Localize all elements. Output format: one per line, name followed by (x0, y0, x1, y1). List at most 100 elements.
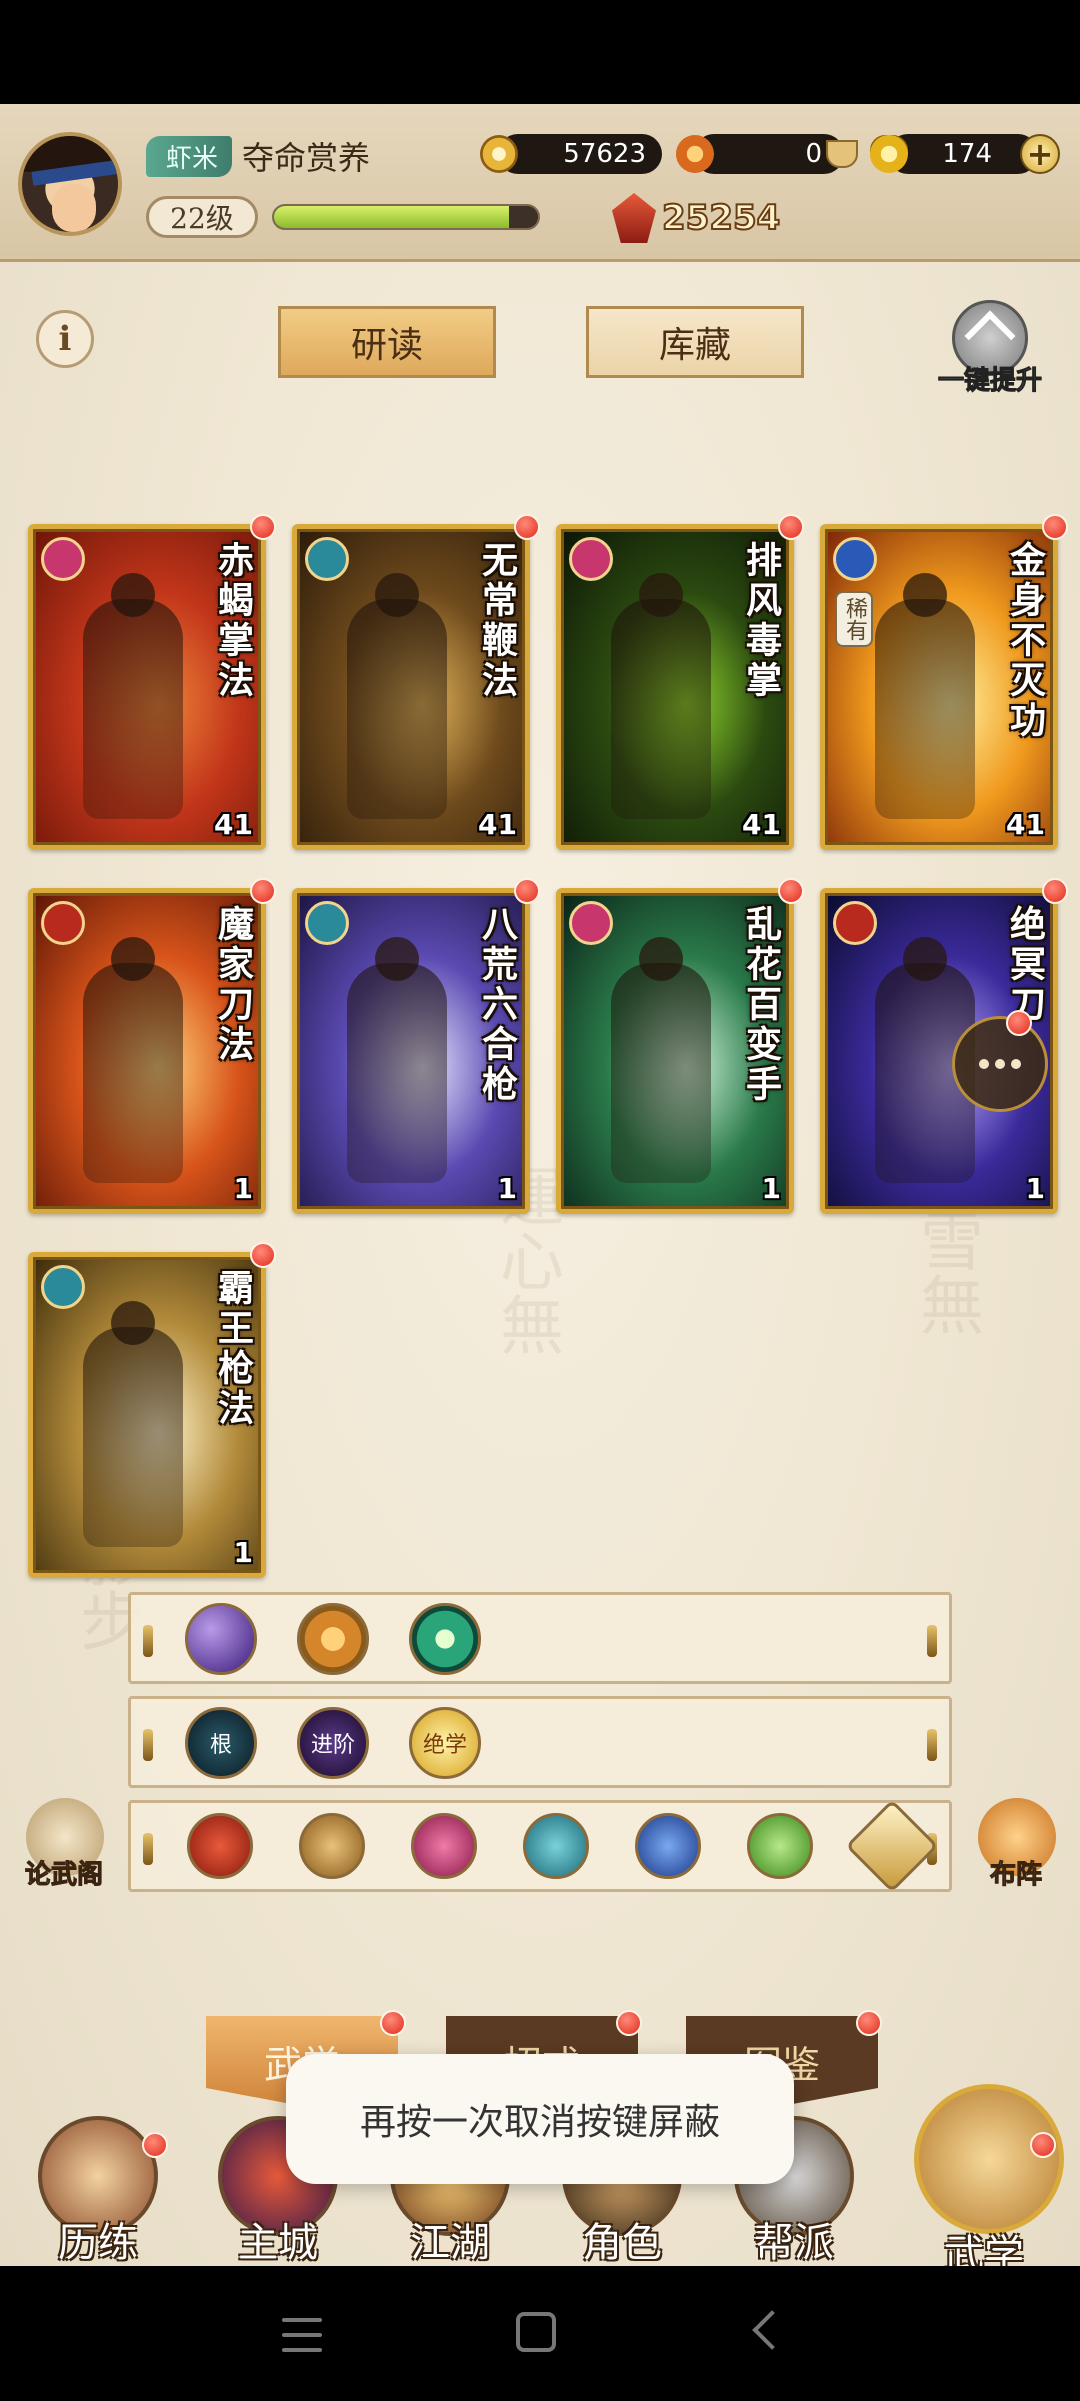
card-character-art (347, 599, 447, 819)
player-level: 22级 (146, 196, 258, 238)
silver-amount: 57623 (563, 139, 646, 169)
back-icon[interactable] (752, 2310, 792, 2350)
palm-school-icon (569, 537, 613, 581)
card-title: 无常鞭法 (476, 541, 518, 701)
chat-bubble-button[interactable] (952, 1016, 1048, 1112)
card-title: 八荒六合枪 (476, 905, 518, 1105)
toast-message: 再按一次取消按键屏蔽 (286, 2054, 794, 2184)
blade-school-icon (41, 901, 85, 945)
sword-school-icon[interactable] (299, 1813, 365, 1879)
player-avatar[interactable] (18, 132, 122, 236)
card-notification-dot (778, 514, 804, 540)
advance-skill-icon[interactable]: 进阶 (297, 1707, 369, 1779)
power-icon (612, 193, 656, 243)
card-notification-dot (514, 878, 540, 904)
nav-guild-label: 帮派 (754, 2220, 834, 2266)
card-level: 41 (478, 808, 517, 841)
martial-art-card[interactable]: 赤蝎掌法 41 (28, 524, 266, 850)
special-school-icon[interactable] (747, 1813, 813, 1879)
card-level: 41 (742, 808, 781, 841)
rarity-badge: 稀有 (835, 591, 873, 647)
martial-art-card[interactable]: 霸王枪法 1 (28, 1252, 266, 1578)
recent-apps-icon[interactable] (282, 2318, 322, 2352)
expand-filter-icon[interactable] (845, 1799, 939, 1893)
one-click-upgrade-button[interactable]: 一键提升 (920, 300, 1060, 397)
martial-art-card[interactable]: 魔家刀法 1 (28, 888, 266, 1214)
sun-stance-icon[interactable] (297, 1603, 369, 1675)
exp-bar-fill (274, 206, 509, 228)
martial-arts-scroll-icon (914, 2084, 1064, 2234)
formation-label: 布阵 (989, 1860, 1042, 1891)
school-filter-row (128, 1799, 952, 1893)
nav-main-city-label: 主城 (238, 2220, 318, 2266)
home-icon[interactable] (516, 2312, 556, 2352)
silver-currency: 57623 (498, 134, 662, 174)
card-level: 1 (233, 1172, 253, 1205)
martial-pavilion-button[interactable]: 论武阁 (14, 1798, 114, 1898)
gold-ingot-icon (870, 135, 908, 173)
martial-art-card[interactable]: 无常鞭法 41 (292, 524, 530, 850)
card-title: 金身不灭功 (1004, 541, 1046, 741)
ingot-currency: 174 (888, 134, 1038, 174)
palm-school-icon[interactable] (411, 1813, 477, 1879)
whip-school-icon (41, 1265, 85, 1309)
silver-coin-icon (480, 135, 518, 173)
eclipse-stance-icon[interactable] (409, 1603, 481, 1675)
root-skill-label: 根 (209, 1733, 232, 1758)
nav-martial-arts-dot (1030, 2132, 1056, 2158)
palm-school-icon (569, 901, 613, 945)
card-notification-dot (1042, 514, 1068, 540)
martial-art-card[interactable]: 排风毒掌 41 (556, 524, 794, 850)
ultimate-skill-icon[interactable]: 绝学 (409, 1707, 481, 1779)
root-skill-icon[interactable]: 根 (185, 1707, 257, 1779)
whip-school-icon (305, 901, 349, 945)
card-title: 乱花百变手 (740, 905, 782, 1105)
tab-martial-arts-dot (380, 2010, 406, 2036)
stance-row-1 (128, 1592, 952, 1684)
card-notification-dot (250, 514, 276, 540)
nav-jianghu-label: 江湖 (410, 2220, 490, 2266)
info-button[interactable]: i (36, 310, 94, 368)
martial-art-card[interactable]: 八荒六合枪 1 (292, 888, 530, 1214)
blade-school-icon[interactable] (187, 1813, 253, 1879)
nav-training-label: 历练 (58, 2220, 138, 2266)
tab-moves-dot (616, 2010, 642, 2036)
formation-button[interactable]: 布阵 (966, 1798, 1066, 1898)
internal-school-icon[interactable] (635, 1813, 701, 1879)
martial-art-card[interactable]: 稀有 金身不灭功 41 (820, 524, 1058, 850)
card-title: 绝冥刀 (1004, 905, 1046, 1025)
internal-school-icon (833, 537, 877, 581)
card-character-art (611, 963, 711, 1183)
palm-school-icon (41, 537, 85, 581)
rank-badge: 虾米 (146, 135, 233, 177)
combat-power: 25254 (612, 193, 781, 243)
card-level: 1 (233, 1536, 253, 1569)
card-character-art (83, 1327, 183, 1547)
system-navigation-bar (0, 2266, 1080, 2401)
tab-storage[interactable]: 库藏 (586, 306, 804, 378)
ultimate-skill-label: 绝学 (422, 1733, 467, 1758)
stance-row-2: 根 进阶 绝学 (128, 1696, 952, 1788)
chat-notification-dot (1006, 1010, 1032, 1036)
card-character-art (83, 963, 183, 1183)
card-notification-dot (1042, 878, 1068, 904)
add-currency-button[interactable]: + (1020, 134, 1060, 174)
martial-art-card[interactable]: 乱花百变手 1 (556, 888, 794, 1214)
cup-icon (826, 140, 858, 168)
ingot-amount: 174 (942, 139, 992, 169)
moon-stance-icon[interactable] (185, 1603, 257, 1675)
card-level: 1 (1025, 1172, 1045, 1205)
card-level: 1 (497, 1172, 517, 1205)
card-notification-dot (250, 1242, 276, 1268)
nav-character-label: 角色 (582, 2220, 662, 2266)
player-nameplate: 虾米 夺命赏养 (146, 134, 370, 178)
tab-study[interactable]: 研读 (278, 306, 496, 378)
card-character-art (611, 599, 711, 819)
fan-school-icon[interactable] (523, 1813, 589, 1879)
card-title: 魔家刀法 (212, 905, 254, 1065)
card-level: 41 (214, 808, 253, 841)
exp-bar (272, 204, 540, 230)
card-title: 排风毒掌 (740, 541, 782, 701)
card-notification-dot (778, 878, 804, 904)
nav-training-dot (142, 2132, 168, 2158)
